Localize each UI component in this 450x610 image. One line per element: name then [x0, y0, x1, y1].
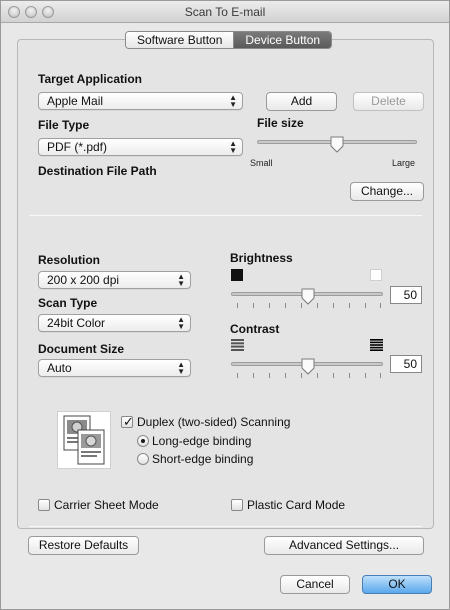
popup-arrows-icon: ▲ ▼ [177, 360, 185, 376]
light-square-icon [370, 269, 382, 281]
duplex-checkbox[interactable]: ✓ [121, 414, 134, 429]
document-size-value: Auto [47, 361, 72, 375]
section-divider [29, 215, 422, 216]
title-bar: Scan To E-mail [1, 1, 449, 23]
window-title: Scan To E-mail [184, 5, 266, 19]
popup-arrows-icon: ▲ ▼ [229, 139, 237, 155]
brightness-tick-marks [237, 303, 381, 309]
file-type-select[interactable]: PDF (*.pdf) ▲ ▼ [38, 138, 243, 156]
popup-arrows-icon: ▲ ▼ [177, 272, 185, 288]
brightness-value-field[interactable]: 50 [390, 286, 422, 304]
contrast-value-field[interactable]: 50 [390, 355, 422, 373]
scan-type-value: 24bit Color [47, 316, 106, 330]
popup-arrows-icon: ▲ ▼ [229, 93, 237, 109]
contrast-tick-marks [237, 373, 381, 379]
long-edge-binding-label: Long-edge binding [152, 434, 252, 448]
file-size-label: File size [257, 116, 304, 130]
short-edge-binding-label: Short-edge binding [152, 452, 254, 466]
file-size-min-label: Small [250, 158, 273, 168]
short-edge-binding-radio[interactable] [137, 453, 149, 465]
popup-arrows-icon: ▲ ▼ [177, 315, 185, 331]
cancel-button[interactable]: Cancel [280, 575, 350, 594]
delete-application-button[interactable]: Delete [353, 92, 424, 111]
resolution-select[interactable]: 200 x 200 dpi ▲ ▼ [38, 271, 191, 289]
target-application-select[interactable]: Apple Mail ▲ ▼ [38, 92, 243, 110]
file-size-slider-thumb[interactable] [330, 136, 344, 153]
scan-type-select[interactable]: 24bit Color ▲ ▼ [38, 314, 191, 332]
plastic-card-mode-label: Plastic Card Mode [247, 498, 346, 512]
checkmark-icon: ✓ [123, 414, 134, 429]
brightness-label: Brightness [230, 251, 293, 265]
add-application-button[interactable]: Add [266, 92, 337, 111]
contrast-label: Contrast [230, 322, 280, 336]
scan-type-label: Scan Type [38, 296, 98, 310]
carrier-sheet-mode-label: Carrier Sheet Mode [54, 498, 159, 512]
resolution-label: Resolution [38, 253, 100, 267]
button-mode-segmented-control: Software Button Device Button [125, 31, 333, 49]
ok-button[interactable]: OK [362, 575, 432, 594]
dark-square-icon [231, 269, 243, 281]
target-application-label: Target Application [38, 72, 143, 86]
bottom-divider [29, 526, 422, 527]
target-application-value: Apple Mail [47, 94, 104, 108]
change-path-button[interactable]: Change... [350, 182, 424, 201]
scan-to-email-window: Scan To E-mail Software Button Device Bu… [0, 0, 450, 610]
destination-file-path-label: Destination File Path [38, 164, 157, 178]
low-contrast-icon [231, 339, 244, 351]
high-contrast-icon [370, 339, 383, 351]
restore-defaults-button[interactable]: Restore Defaults [28, 536, 139, 555]
tab-device-button[interactable]: Device Button [234, 32, 332, 48]
file-type-value: PDF (*.pdf) [47, 140, 108, 154]
resolution-value: 200 x 200 dpi [47, 273, 120, 287]
carrier-sheet-mode-checkbox[interactable] [38, 499, 50, 511]
file-size-max-label: Large [392, 158, 416, 168]
tab-software-button[interactable]: Software Button [126, 32, 235, 48]
document-size-label: Document Size [38, 342, 125, 356]
duplex-label: Duplex (two-sided) Scanning [137, 415, 291, 429]
document-size-select[interactable]: Auto ▲ ▼ [38, 359, 191, 377]
plastic-card-mode-checkbox[interactable] [231, 499, 243, 511]
radio-selected-dot [141, 439, 145, 443]
file-type-label: File Type [38, 118, 90, 132]
advanced-settings-button[interactable]: Advanced Settings... [264, 536, 424, 555]
duplex-scanning-illustration [57, 411, 111, 469]
long-edge-binding-radio[interactable] [137, 435, 149, 447]
